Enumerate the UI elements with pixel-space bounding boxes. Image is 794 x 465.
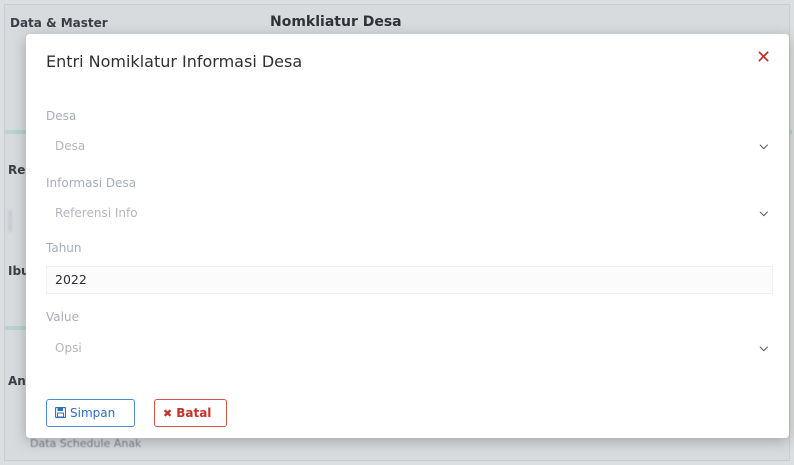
entry-modal: Entri Nomiklatur Informasi Desa ✕ Desa D… [26,34,789,438]
background-label: Re [8,163,26,177]
breadcrumb: Data & Master [10,16,108,30]
chevron-down-icon: ⌵ [759,139,768,152]
informasi-desa-select-value: Referensi Info [55,206,138,220]
tahun-label: Tahun [46,241,82,255]
background-band [4,130,28,134]
tahun-input[interactable]: 2022 [46,266,773,294]
background-band [4,326,28,330]
background-bar [8,210,12,232]
desa-select[interactable]: Desa ⌵ [46,132,773,160]
value-select-value: Opsi [55,341,82,355]
x-icon: ✖ [163,407,173,420]
background-label: An [8,374,26,388]
desa-label: Desa [46,109,77,123]
value-label: Value [46,310,79,324]
desa-select-value: Desa [55,139,86,153]
save-button[interactable]: Simpan [46,399,135,427]
modal-title: Entri Nomiklatur Informasi Desa [46,52,303,71]
chevron-down-icon: ⌵ [759,341,768,354]
tahun-input-value: 2022 [55,272,87,287]
informasi-desa-label: Informasi Desa [46,176,137,190]
page-title: Nomkliatur Desa [270,14,402,30]
value-select[interactable]: Opsi ⌵ [46,334,773,362]
close-icon[interactable]: ✕ [756,48,771,68]
informasi-desa-select[interactable]: Referensi Info ⌵ [46,199,773,227]
cancel-button-label: Batal [176,406,212,420]
background-text: Data Schedule Anak [30,437,142,450]
save-button-label: Simpan [70,406,116,420]
cancel-button[interactable]: ✖ Batal [154,399,227,427]
chevron-down-icon: ⌵ [759,206,768,219]
floppy-disk-icon [54,401,67,427]
